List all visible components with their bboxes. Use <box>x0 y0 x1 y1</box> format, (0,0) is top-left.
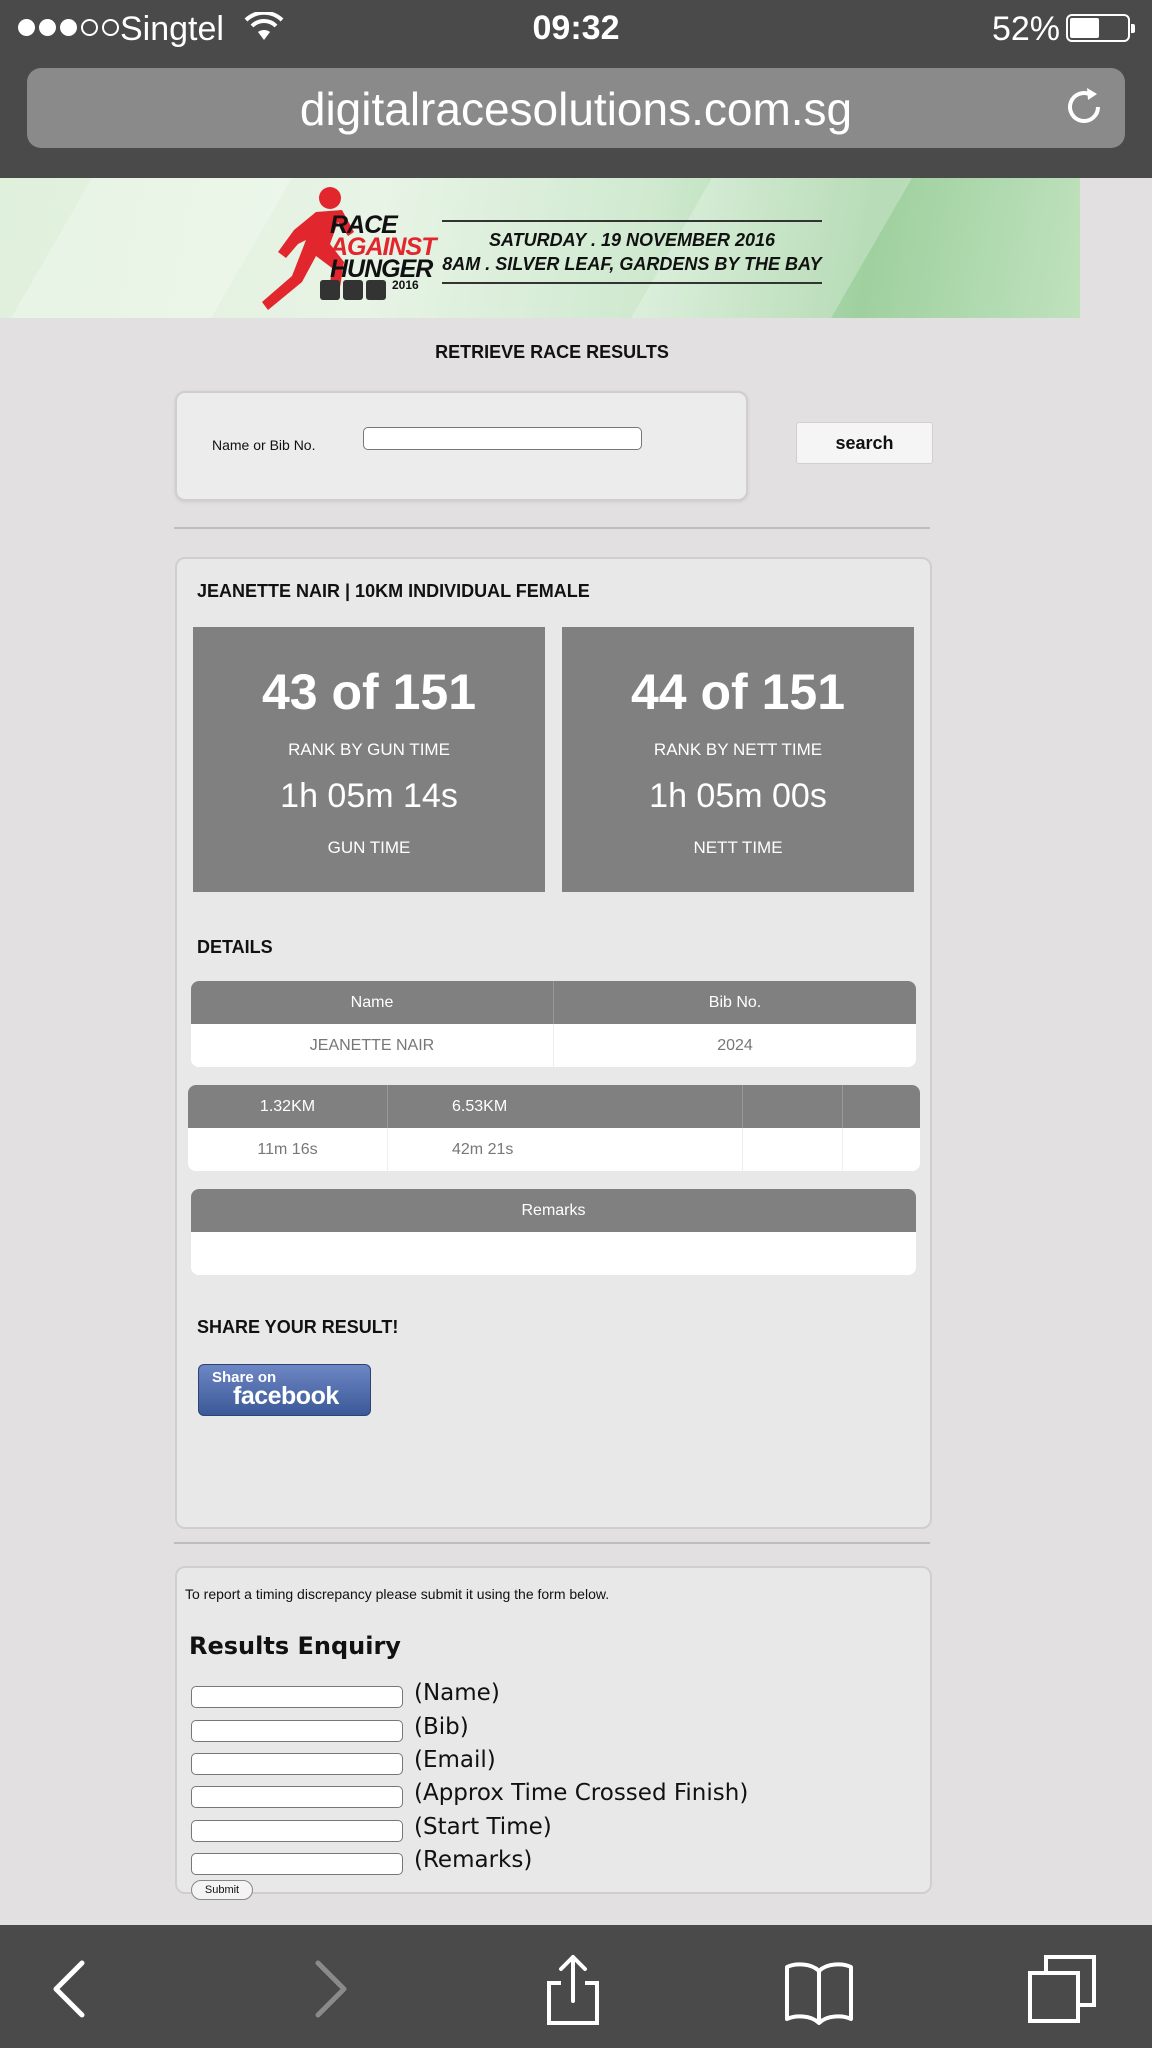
field-label: (Bib) <box>414 1714 469 1740</box>
field-label: (Start Time) <box>414 1814 552 1840</box>
table-header <box>843 1085 920 1128</box>
share-heading: SHARE YOUR RESULT! <box>197 1317 399 1337</box>
search-label: Name or Bib No. <box>212 437 316 453</box>
gun-rank: 43 of 151 <box>261 664 476 720</box>
search-input[interactable] <box>363 427 642 450</box>
table-header: Remarks <box>521 1201 586 1219</box>
nett-time-panel: 44 of 151 RANK BY NETT TIME 1h 05m 00s N… <box>562 627 914 892</box>
field-label: (Email) <box>414 1747 496 1773</box>
table-header: 6.53KM <box>388 1085 743 1128</box>
name-field[interactable] <box>191 1686 403 1708</box>
battery-percent: 52% <box>991 10 1060 48</box>
search-button[interactable]: search <box>796 422 933 464</box>
table-header: Bib No. <box>708 993 762 1011</box>
nett-rank-label: RANK BY NETT TIME <box>653 740 823 759</box>
url-text: digitalracesolutions.com.sg <box>299 83 853 135</box>
table-row: 11m 16s 42m 21s <box>188 1128 920 1171</box>
event-date-venue: SATURDAY . 19 NOVEMBER 2016 8AM . SILVER… <box>442 220 822 284</box>
table-row: JEANETTE NAIR 2024 <box>191 1024 916 1067</box>
bookmarks-icon[interactable] <box>783 1953 855 2025</box>
table-cell <box>843 1128 920 1171</box>
forward-icon[interactable] <box>292 1953 364 2025</box>
email-field[interactable] <box>191 1753 403 1775</box>
gun-time-panel: 43 of 151 RANK BY GUN TIME 1h 05m 14s GU… <box>193 627 545 892</box>
gun-time-label: GUN TIME <box>327 838 411 857</box>
logo-year: 2016 <box>392 278 419 292</box>
table-header: Name <box>191 981 554 1024</box>
event-banner: RACE AGAINST HUNGER 2016 SATURDAY . 19 N… <box>0 178 1080 318</box>
back-icon[interactable] <box>36 1953 108 2025</box>
table-row <box>191 1232 916 1275</box>
field-label: (Name) <box>414 1680 500 1706</box>
table-cell <box>191 1232 916 1275</box>
browser-chrome: Singtel 09:32 52% digitalracesolutions.c… <box>0 0 1152 178</box>
share-facebook-button[interactable]: Share on facebook <box>198 1364 371 1416</box>
field-label: (Approx Time Crossed Finish) <box>414 1780 749 1806</box>
remarks-table: Remarks <box>191 1189 916 1275</box>
nett-time-label: NETT TIME <box>693 838 783 857</box>
table-header: 1.32KM <box>188 1085 388 1128</box>
nett-time: 1h 05m 00s <box>649 777 827 815</box>
enquiry-title: Results Enquiry <box>189 1632 401 1660</box>
logo-sponsor-icons <box>320 280 386 300</box>
bib-field[interactable] <box>191 1720 403 1742</box>
table-cell <box>743 1128 843 1171</box>
nett-rank: 44 of 151 <box>630 664 845 720</box>
details-table: Name Bib No. JEANETTE NAIR 2024 <box>191 981 916 1067</box>
table-cell: 11m 16s <box>188 1128 388 1171</box>
details-heading: DETAILS <box>197 937 273 957</box>
splits-table: 1.32KM 6.53KM 11m 16s 42m 21s <box>188 1085 920 1171</box>
finish-time-field[interactable] <box>191 1786 403 1808</box>
gun-rank-label: RANK BY GUN TIME <box>288 740 450 759</box>
status-bar: Singtel 09:32 52% <box>0 0 1152 58</box>
remarks-field[interactable] <box>191 1853 403 1875</box>
gun-time: 1h 05m 14s <box>280 777 458 815</box>
logo-wordmark: RACE AGAINST HUNGER <box>330 211 436 283</box>
search-panel: Name or Bib No. <box>175 391 748 501</box>
start-time-field[interactable] <box>191 1820 403 1842</box>
status-time: 09:32 <box>532 9 620 47</box>
facebook-button-label: facebook <box>233 1382 339 1410</box>
browser-toolbar <box>0 1925 1152 2048</box>
tabs-icon[interactable] <box>1026 1953 1098 2025</box>
field-label: (Remarks) <box>414 1847 533 1873</box>
divider <box>174 527 930 529</box>
results-card: JEANETTE NAIR | 10KM INDIVIDUAL FEMALE 4… <box>175 557 932 1529</box>
battery-icon <box>1066 14 1135 42</box>
share-icon[interactable] <box>537 1953 609 2025</box>
table-cell: 2024 <box>717 1036 753 1054</box>
table-cell: 42m 21s <box>388 1128 743 1171</box>
divider <box>174 1542 930 1544</box>
table-header <box>743 1085 843 1128</box>
table-cell: JEANETTE NAIR <box>191 1024 554 1067</box>
runner-heading: JEANETTE NAIR | 10KM INDIVIDUAL FEMALE <box>197 581 590 601</box>
reload-icon[interactable] <box>1061 84 1107 130</box>
page-title: RETRIEVE RACE RESULTS <box>435 342 669 362</box>
submit-button[interactable]: Submit <box>191 1880 253 1900</box>
enquiry-form: To report a timing discrepancy please su… <box>175 1566 932 1900</box>
address-bar[interactable]: digitalracesolutions.com.sg <box>27 68 1125 148</box>
enquiry-note: To report a timing discrepancy please su… <box>185 1586 610 1602</box>
